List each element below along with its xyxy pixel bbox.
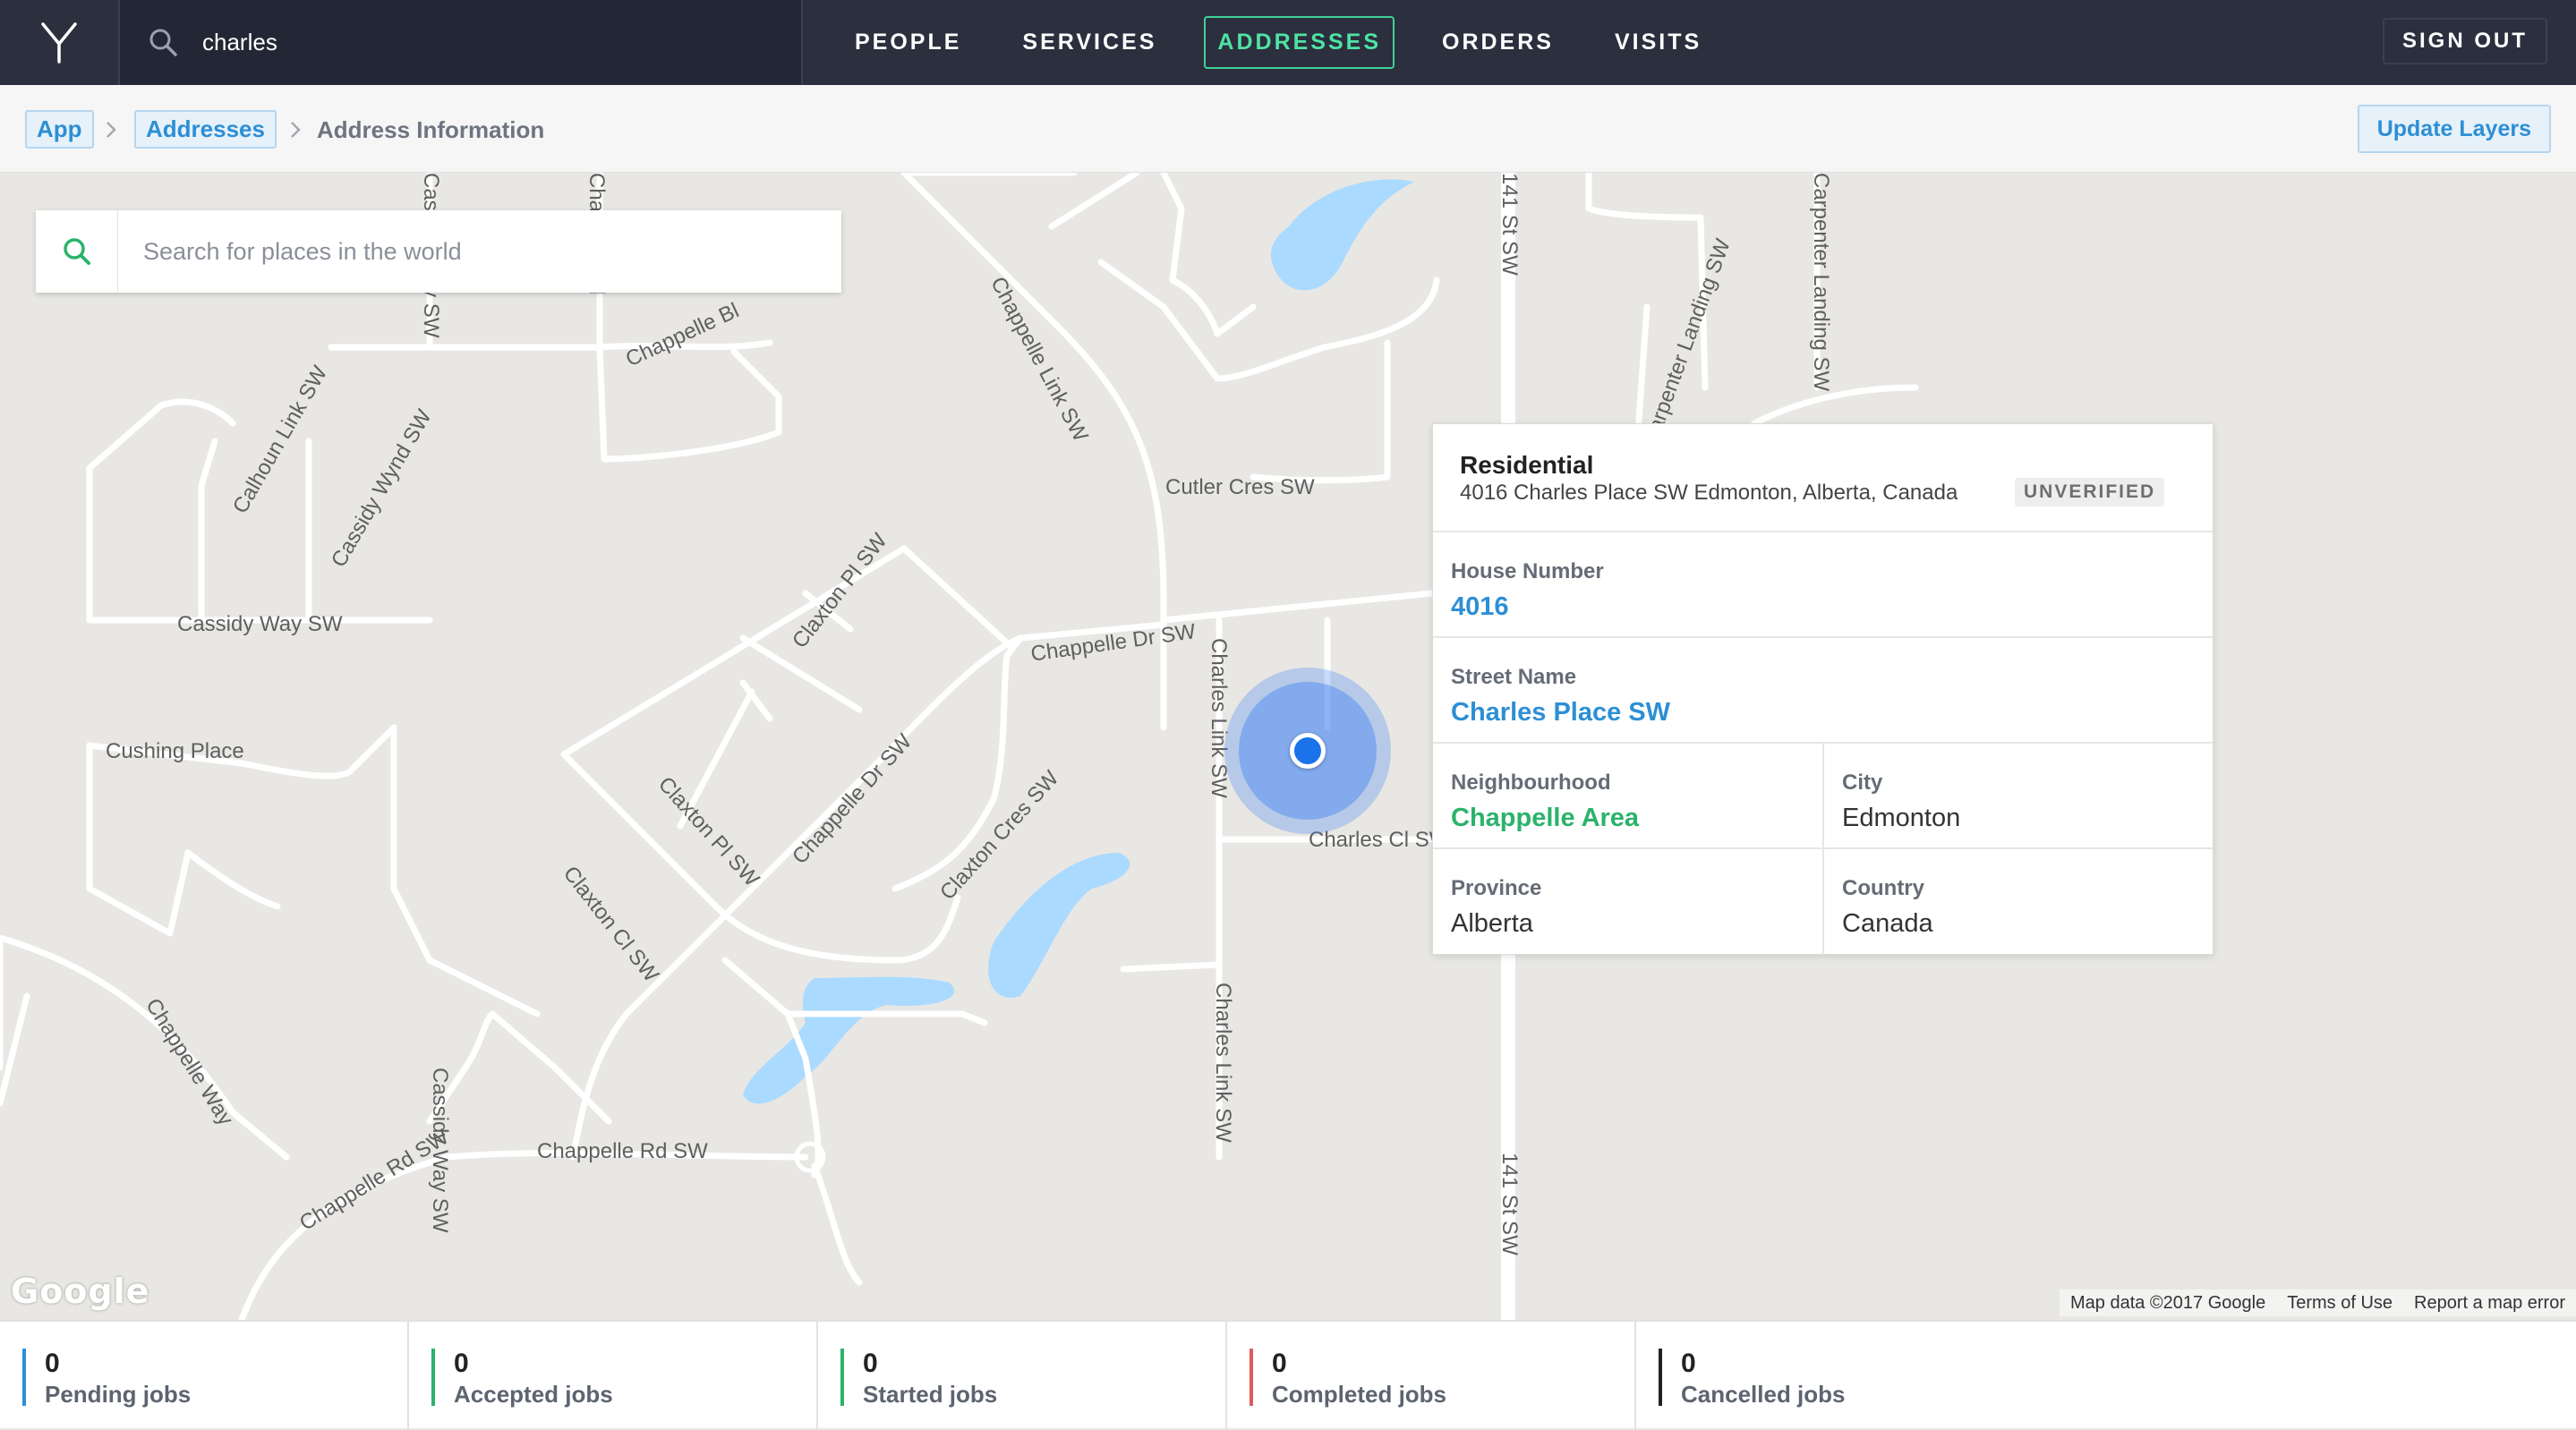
global-search-input[interactable]: [202, 20, 775, 64]
neighbourhood-city-row: Neighbourhood Chappelle Area City Edmont…: [1433, 744, 2213, 849]
road-label: Cassidy Way SW: [177, 612, 343, 636]
top-navigation-bar: PEOPLE SERVICES ADDRESSES ORDERS VISITS …: [0, 0, 2576, 85]
google-logo: Google: [11, 1272, 150, 1311]
stat-color-bar: [1659, 1349, 1662, 1406]
status-badge: UNVERIFIED: [2015, 478, 2165, 506]
road-label: Cutler Cres SW: [1165, 475, 1315, 499]
street-name-cell: Street Name Charles Place SW: [1433, 638, 2213, 744]
app-logo[interactable]: [0, 0, 120, 85]
stat-value: 0: [45, 1349, 60, 1378]
stat-completed[interactable]: 0 Completed jobs: [1227, 1322, 1636, 1430]
street-name-row: Street Name Charles Place SW: [1433, 638, 2213, 744]
location-dot-icon[interactable]: [1290, 733, 1326, 769]
address-info-card: Residential 4016 Charles Place SW Edmont…: [1432, 423, 2213, 955]
road-label: Cassidy Way SW: [428, 1068, 452, 1233]
nav-orders[interactable]: ORDERS: [1429, 16, 1567, 69]
map-view[interactable]: Chappelle Link SW Cutler Cres SW Chappel…: [0, 173, 2576, 1320]
stat-label: Completed jobs: [1272, 1381, 1447, 1408]
road-label: Charles Cl SW: [1309, 828, 1450, 852]
city-value: Edmonton: [1842, 804, 1961, 832]
breadcrumb-current: Address Information: [317, 116, 545, 143]
map-search-box: [36, 210, 841, 293]
country-value: Canada: [1842, 909, 1933, 938]
stat-label: Pending jobs: [45, 1381, 192, 1408]
province-cell: Province Alberta: [1433, 849, 1824, 955]
neighbourhood-cell: Neighbourhood Chappelle Area: [1433, 744, 1824, 849]
nav-people[interactable]: PEOPLE: [841, 16, 975, 69]
neighbourhood-label: Neighbourhood: [1451, 770, 1611, 795]
y-logo-icon: [41, 21, 77, 64]
city-label: City: [1842, 770, 1883, 795]
stat-accepted[interactable]: 0 Accepted jobs: [409, 1322, 818, 1430]
full-address: 4016 Charles Place SW Edmonton, Alberta,…: [1460, 481, 1958, 505]
neighbourhood-value[interactable]: Chappelle Area: [1451, 804, 1639, 833]
card-header: Residential 4016 Charles Place SW Edmont…: [1433, 424, 2213, 532]
stat-label: Accepted jobs: [454, 1381, 613, 1408]
house-number-cell: House Number 4016: [1433, 532, 2213, 638]
road-label: Charles Link SW: [1211, 983, 1235, 1143]
job-stats-bar: 0 Pending jobs 0 Accepted jobs 0 Started…: [0, 1320, 2576, 1430]
road-label: Chappelle Rd SW: [537, 1139, 708, 1163]
city-cell: City Edmonton: [1824, 744, 2213, 849]
house-number-label: House Number: [1451, 559, 1604, 583]
road-label: Cushing Place: [106, 739, 244, 763]
road-label: 141 St SW: [1497, 1153, 1522, 1256]
global-search: [120, 0, 803, 85]
stat-color-bar: [1250, 1349, 1253, 1406]
search-icon: [63, 238, 90, 265]
stat-value: 0: [1272, 1349, 1287, 1378]
chevron-right-icon: [107, 122, 116, 138]
breadcrumb-app-link[interactable]: App: [25, 110, 94, 149]
house-number-row: House Number 4016: [1433, 532, 2213, 638]
province-label: Province: [1451, 876, 1542, 900]
stat-label: Cancelled jobs: [1681, 1381, 1846, 1408]
map-attribution: Map data ©2017 Google Terms of Use Repor…: [2059, 1290, 2576, 1316]
update-layers-button[interactable]: Update Layers: [2357, 105, 2551, 153]
nav-visits[interactable]: VISITS: [1601, 16, 1715, 69]
stat-value: 0: [1681, 1349, 1696, 1378]
search-icon: [149, 29, 177, 56]
stat-label: Started jobs: [863, 1381, 998, 1408]
stat-color-bar: [840, 1349, 844, 1406]
stat-color-bar: [431, 1349, 435, 1406]
road-label: Carpenter Landing SW: [1809, 173, 1833, 392]
stat-color-bar: [22, 1349, 26, 1406]
country-cell: Country Canada: [1824, 849, 2213, 955]
terms-of-use-link[interactable]: Terms of Use: [2276, 1293, 2403, 1314]
road-label: 141 St SW: [1497, 173, 1522, 276]
map-search-button[interactable]: [36, 210, 118, 293]
stat-cancelled[interactable]: 0 Cancelled jobs: [1636, 1322, 2576, 1430]
chevron-right-icon: [291, 122, 301, 138]
address-type: Residential: [1460, 451, 1594, 479]
report-map-error-link[interactable]: Report a map error: [2403, 1293, 2576, 1314]
map-search-input[interactable]: [143, 228, 806, 275]
breadcrumb: App Addresses Address Information Update…: [0, 85, 2576, 173]
nav-services[interactable]: SERVICES: [1009, 16, 1170, 69]
province-value: Alberta: [1451, 909, 1533, 938]
breadcrumb-addresses-link[interactable]: Addresses: [134, 110, 277, 149]
stat-started[interactable]: 0 Started jobs: [818, 1322, 1227, 1430]
stat-value: 0: [863, 1349, 878, 1378]
street-name-value[interactable]: Charles Place SW: [1451, 698, 1670, 728]
street-name-label: Street Name: [1451, 665, 1577, 689]
sign-out-button[interactable]: SIGN OUT: [2382, 18, 2547, 64]
nav-addresses[interactable]: ADDRESSES: [1204, 16, 1395, 69]
map-data-credit: Map data ©2017 Google: [2069, 1292, 2266, 1313]
house-number-value[interactable]: 4016: [1451, 592, 1509, 622]
stat-value: 0: [454, 1349, 469, 1378]
main-nav: PEOPLE SERVICES ADDRESSES ORDERS VISITS: [841, 0, 1749, 85]
country-label: Country: [1842, 876, 1924, 900]
stat-pending[interactable]: 0 Pending jobs: [0, 1322, 409, 1430]
province-country-row: Province Alberta Country Canada: [1433, 849, 2213, 955]
